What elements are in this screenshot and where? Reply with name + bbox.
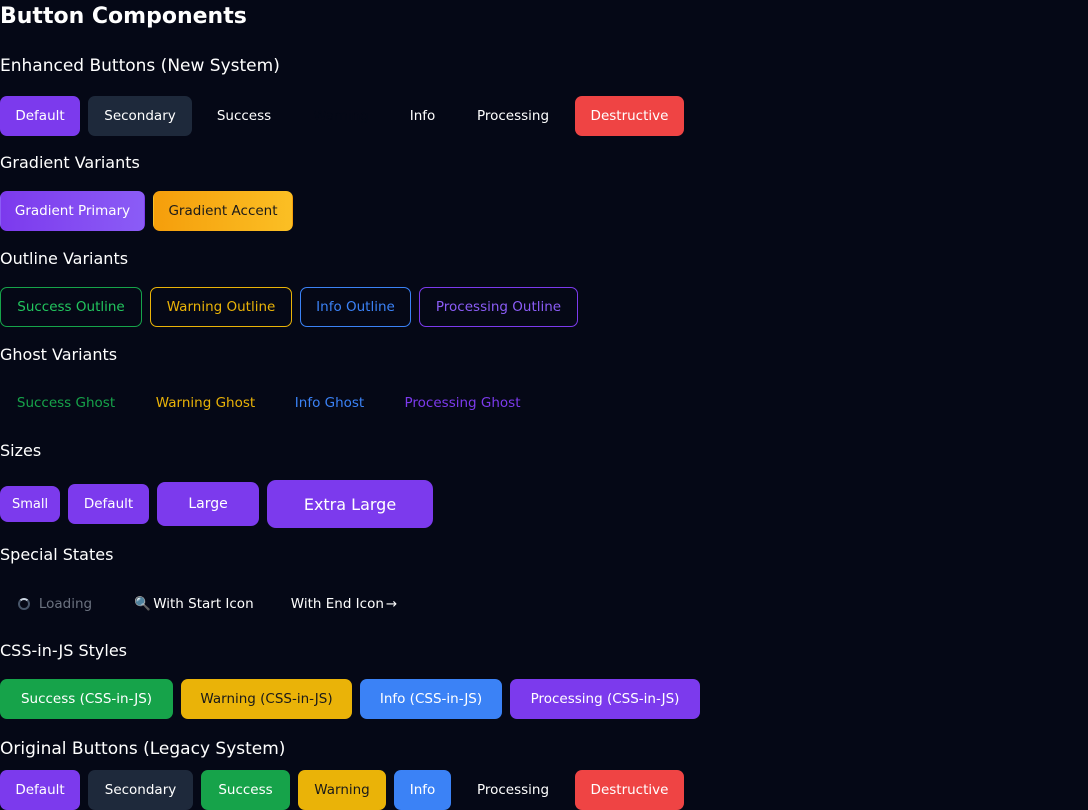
end-icon-button[interactable]: With End Icon → xyxy=(276,584,414,624)
processing-outline-button[interactable]: Processing Outline xyxy=(419,287,578,327)
legacy-secondary-button[interactable]: Secondary xyxy=(88,770,193,810)
warning-outline-button[interactable]: Warning Outline xyxy=(150,287,292,327)
large-button[interactable]: Large xyxy=(157,482,259,526)
legacy-default-button[interactable]: Default xyxy=(0,770,80,810)
gradient-primary-button[interactable]: Gradient Primary xyxy=(0,191,145,231)
legacy-info-button[interactable]: Info xyxy=(394,770,451,810)
outline-button-row: Success Outline Warning Outline Info Out… xyxy=(0,287,586,327)
enhanced-default-button[interactable]: Default xyxy=(0,96,80,136)
css-in-js-button-row: Success (CSS-in-JS) Warning (CSS-in-JS) … xyxy=(0,679,708,719)
arrow-right-icon: → xyxy=(385,596,398,612)
legacy-success-button[interactable]: Success xyxy=(201,770,290,810)
loading-button[interactable]: Loading xyxy=(0,584,110,624)
enhanced-button-row: Default Secondary Success Warning Info P… xyxy=(0,96,692,136)
small-button[interactable]: Small xyxy=(0,486,60,522)
gradient-button-row: Gradient Primary Gradient Accent xyxy=(0,191,301,231)
warning-ghost-button[interactable]: Warning Ghost xyxy=(140,383,271,423)
search-icon: 🔍 xyxy=(134,596,152,612)
info-css-in-js-button[interactable]: Info (CSS-in-JS) xyxy=(360,679,502,719)
enhanced-secondary-button[interactable]: Secondary xyxy=(88,96,192,136)
start-icon-button[interactable]: 🔍 With Start Icon xyxy=(118,584,268,624)
warning-css-in-js-button[interactable]: Warning (CSS-in-JS) xyxy=(181,679,352,719)
ghost-button-row: Success Ghost Warning Ghost Info Ghost P… xyxy=(0,383,545,423)
page-title: Button Components xyxy=(0,4,247,29)
legacy-destructive-button[interactable]: Destructive xyxy=(575,770,684,810)
legacy-button-row: Default Secondary Success Warning Info P… xyxy=(0,770,692,810)
spinner-icon xyxy=(17,598,30,610)
legacy-processing-button[interactable]: Processing xyxy=(459,770,567,810)
processing-ghost-button[interactable]: Processing Ghost xyxy=(388,383,537,423)
success-css-in-js-button[interactable]: Success (CSS-in-JS) xyxy=(0,679,173,719)
section-title-ghost: Ghost Variants xyxy=(0,345,118,364)
sizes-button-row: Small Default Large Extra Large xyxy=(0,480,441,528)
success-ghost-button[interactable]: Success Ghost xyxy=(0,383,132,423)
section-title-enhanced: Enhanced Buttons (New System) xyxy=(0,56,280,76)
loading-label: Loading xyxy=(38,596,93,612)
extra-large-button[interactable]: Extra Large xyxy=(267,480,433,528)
default-size-button[interactable]: Default xyxy=(68,484,149,524)
processing-css-in-js-button[interactable]: Processing (CSS-in-JS) xyxy=(510,679,700,719)
section-title-legacy: Original Buttons (Legacy System) xyxy=(0,739,286,759)
enhanced-processing-button[interactable]: Processing xyxy=(459,96,567,136)
start-icon-label: With Start Icon xyxy=(153,596,254,612)
section-title-css-in-js: CSS-in-JS Styles xyxy=(0,641,127,660)
enhanced-warning-button[interactable]: Warning xyxy=(296,96,386,136)
enhanced-success-button[interactable]: Success xyxy=(200,96,288,136)
special-states-row: Loading 🔍 With Start Icon With End Icon … xyxy=(0,584,422,624)
section-title-gradient: Gradient Variants xyxy=(0,153,140,172)
info-outline-button[interactable]: Info Outline xyxy=(300,287,411,327)
enhanced-destructive-button[interactable]: Destructive xyxy=(575,96,684,136)
section-title-special-states: Special States xyxy=(0,545,114,564)
enhanced-info-button[interactable]: Info xyxy=(394,96,451,136)
section-title-sizes: Sizes xyxy=(0,441,42,460)
end-icon-label: With End Icon xyxy=(290,596,384,612)
success-outline-button[interactable]: Success Outline xyxy=(0,287,142,327)
legacy-warning-button[interactable]: Warning xyxy=(298,770,386,810)
info-ghost-button[interactable]: Info Ghost xyxy=(279,383,380,423)
gradient-accent-button[interactable]: Gradient Accent xyxy=(153,191,293,231)
section-title-outline: Outline Variants xyxy=(0,249,129,268)
